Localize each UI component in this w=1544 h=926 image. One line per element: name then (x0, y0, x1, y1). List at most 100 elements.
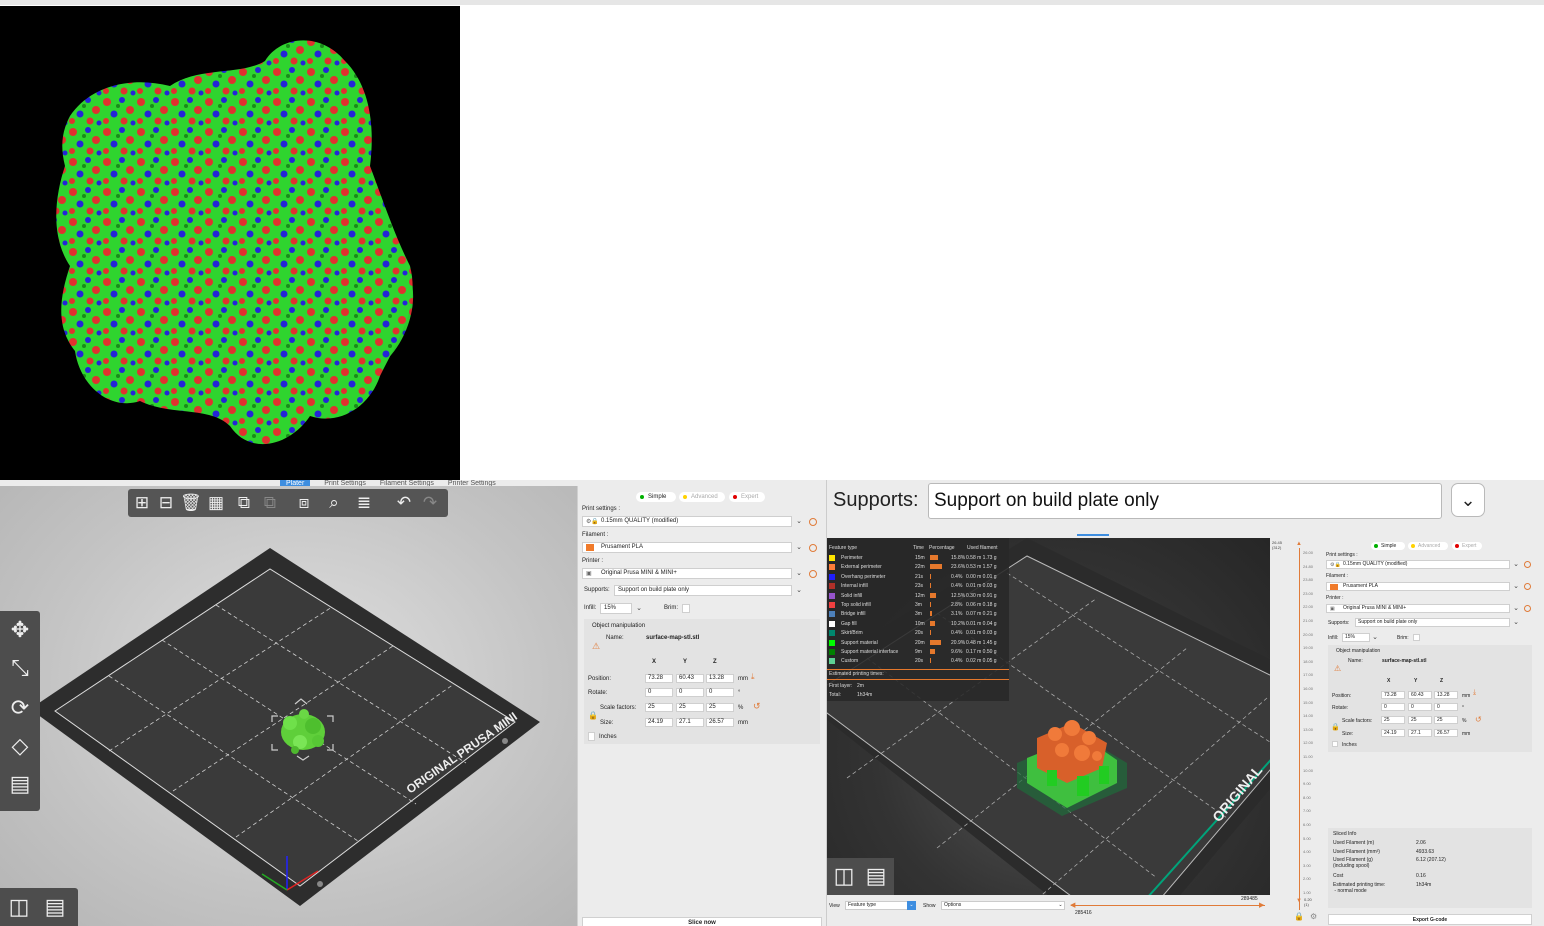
position-z-field[interactable]: 13.28 (1434, 691, 1458, 699)
gcode-preview-viewport[interactable]: ORIGINAL Feature type Time Percentage Us… (827, 538, 1270, 895)
preview-icon[interactable]: ▤ (861, 861, 891, 891)
delete-icon[interactable]: ⊟ (156, 493, 176, 513)
chevron-down-icon[interactable]: ⌄ (1511, 559, 1521, 570)
layers-editing-icon[interactable]: ≣ (354, 493, 374, 513)
legend-row[interactable]: Gap fill 10m 10.2% 0.01 m 0.04 g (829, 620, 1007, 628)
inches-checkbox[interactable] (1332, 741, 1338, 747)
preview-icon[interactable]: ▤ (40, 892, 70, 922)
position-x-field[interactable]: 73.28 (1381, 691, 1405, 699)
add-instance-icon[interactable]: ⧈ (294, 493, 314, 513)
rotate-y-field[interactable]: 0 (676, 688, 704, 697)
gear-icon[interactable] (809, 518, 817, 526)
legend-row[interactable]: Support material 20m 20.9% 0.48 m 1.45 g (829, 639, 1007, 647)
horizontal-slider-track[interactable] (1071, 905, 1265, 906)
brim-checkbox[interactable] (682, 604, 690, 613)
view-combo[interactable]: Feature type (845, 901, 915, 910)
legend-row[interactable]: Skirt/Brim 20s 0.4% 0.01 m 0.03 g (829, 629, 1007, 637)
position-z-field[interactable]: 13.28 (706, 674, 734, 683)
scale-x-field[interactable]: 25 (645, 703, 673, 712)
supports-combo-large[interactable]: Support on build plate only (928, 483, 1442, 519)
legend-row[interactable]: Internal infill 23s 0.4% 0.01 m 0.03 g (829, 582, 1007, 590)
rotate-icon[interactable]: ⟳ (5, 693, 35, 723)
supports-combo[interactable]: Support on build plate only (614, 585, 792, 596)
legend-row[interactable]: External perimeter 22m 23.6% 0.53 m 1.57 g (829, 563, 1007, 571)
infill-combo[interactable]: 15% (600, 603, 632, 614)
3d-view-icon[interactable]: ◫ (4, 892, 34, 922)
size-y-field[interactable]: 27.1 (1408, 729, 1432, 737)
mode-simple[interactable]: Simple (1371, 542, 1405, 550)
chevron-down-icon[interactable]: ⌄ (1370, 632, 1380, 643)
redo-icon[interactable]: ↷ (420, 493, 440, 513)
chevron-down-icon[interactable]: ⌄ (794, 542, 804, 553)
slider-top-handle[interactable]: ▲ (1296, 541, 1302, 547)
paste-icon[interactable]: ⧉ (260, 493, 280, 513)
chevron-down-icon[interactable]: ⌄ (1511, 581, 1521, 592)
reset-scale-icon[interactable]: ↺ (1475, 715, 1482, 724)
lock-icon[interactable]: 🔒 (1294, 912, 1304, 921)
rotate-x-field[interactable]: 0 (1381, 703, 1405, 711)
size-x-field[interactable]: 24.19 (645, 718, 673, 727)
inches-checkbox[interactable] (588, 732, 595, 741)
position-y-field[interactable]: 60.43 (676, 674, 704, 683)
chevron-down-icon[interactable]: ⌄ (794, 585, 804, 596)
slice-now-button[interactable]: Slice now (582, 917, 822, 926)
reset-scale-icon[interactable]: ↺ (753, 701, 761, 712)
chevron-down-icon[interactable]: ⌄ (794, 568, 804, 579)
chevron-down-icon[interactable]: ⌄ (1511, 603, 1521, 614)
filament-combo[interactable]: Prusament PLA (1326, 582, 1510, 591)
mode-simple[interactable]: Simple (636, 492, 676, 502)
arrange-icon[interactable]: ▦ (206, 493, 226, 513)
add-object-icon[interactable]: ⊞ (132, 493, 152, 513)
legend-row[interactable]: Support material interface 9m 9.6% 0.17 m 0… (829, 648, 1007, 656)
scale-y-field[interactable]: 25 (676, 703, 704, 712)
gear-icon[interactable] (1524, 561, 1531, 568)
gear-icon[interactable] (809, 570, 817, 578)
chevron-down-icon[interactable]: ⌄ (794, 516, 804, 527)
export-gcode-button[interactable]: Export G-code (1328, 914, 1532, 925)
slider-bottom-handle[interactable]: ▼ (1296, 898, 1302, 904)
chevron-down-icon[interactable]: ⌄ (1056, 901, 1065, 910)
legend-row[interactable]: Custom 20s 0.4% 0.02 m 0.05 g (829, 657, 1007, 665)
rotate-z-field[interactable]: 0 (706, 688, 734, 697)
search-icon[interactable]: ⌕ (324, 493, 344, 513)
infill-combo[interactable]: 15% (1342, 633, 1370, 642)
legend-row[interactable]: Bridge infill 3m 3.1% 0.07 m 0.21 g (829, 610, 1007, 618)
slider-right-handle[interactable]: ▶ (1259, 901, 1264, 909)
scale-icon[interactable]: ⤡ (5, 653, 35, 683)
rotate-y-field[interactable]: 0 (1408, 703, 1432, 711)
mode-expert[interactable]: Expert (729, 492, 765, 502)
mode-advanced[interactable]: Advanced (679, 492, 725, 502)
size-z-field[interactable]: 26.57 (706, 718, 734, 727)
copy-icon[interactable]: ⧉ (234, 493, 254, 513)
3d-viewport[interactable]: ORIGINAL PRUSA MINI ⊞ ⊟ 🗑 ▦ ⧉ ⧉ ⧈ ⌕ ≣ ↶ … (0, 486, 577, 926)
mode-expert[interactable]: Expert (1452, 542, 1482, 550)
place-on-face-icon[interactable]: ◇ (5, 731, 35, 761)
drop-to-bed-icon[interactable]: ⤓ (751, 672, 755, 682)
printer-combo[interactable]: ▣ Original Prusa MINI & MINI+ (1326, 604, 1510, 613)
size-y-field[interactable]: 27.1 (676, 718, 704, 727)
legend-row[interactable]: Top solid infill 3m 2.8% 0.06 m 0.18 g (829, 601, 1007, 609)
legend-row[interactable]: Solid infill 12m 12.5% 0.30 m 0.91 g (829, 592, 1007, 600)
scale-z-field[interactable]: 25 (1434, 716, 1458, 724)
legend-row[interactable]: Perimeter 15m 15.8% 0.58 m 1.73 g (829, 554, 1007, 562)
printer-combo[interactable]: ▣ Original Prusa MINI & MINI+ (582, 568, 792, 579)
layer-slider[interactable]: 26.45 (312) ▲ 26.00 24.80 23.80 23.00 22.00 2… (1270, 538, 1322, 926)
gear-icon[interactable] (809, 544, 817, 552)
size-z-field[interactable]: 26.57 (1434, 729, 1458, 737)
gear-icon[interactable] (1524, 583, 1531, 590)
supports-combo[interactable]: Support on build plate only (1355, 618, 1510, 627)
rotate-z-field[interactable]: 0 (1434, 703, 1458, 711)
cut-icon[interactable]: ▤ (5, 769, 35, 799)
chevron-down-icon[interactable]: ⌄ (1511, 617, 1521, 628)
brim-checkbox[interactable] (1413, 634, 1420, 641)
gear-icon[interactable] (1524, 605, 1531, 612)
scale-z-field[interactable]: 25 (706, 703, 734, 712)
mode-advanced[interactable]: Advanced (1408, 542, 1448, 550)
scale-y-field[interactable]: 25 (1408, 716, 1432, 724)
chevron-down-icon[interactable]: ⌄ (634, 603, 644, 614)
lock-icon[interactable]: 🔒 (588, 711, 598, 720)
size-x-field[interactable]: 24.19 (1381, 729, 1405, 737)
delete-all-icon[interactable]: 🗑 (180, 493, 202, 513)
position-x-field[interactable]: 73.28 (645, 674, 673, 683)
chevron-down-icon[interactable]: ⌄ (1451, 483, 1485, 517)
